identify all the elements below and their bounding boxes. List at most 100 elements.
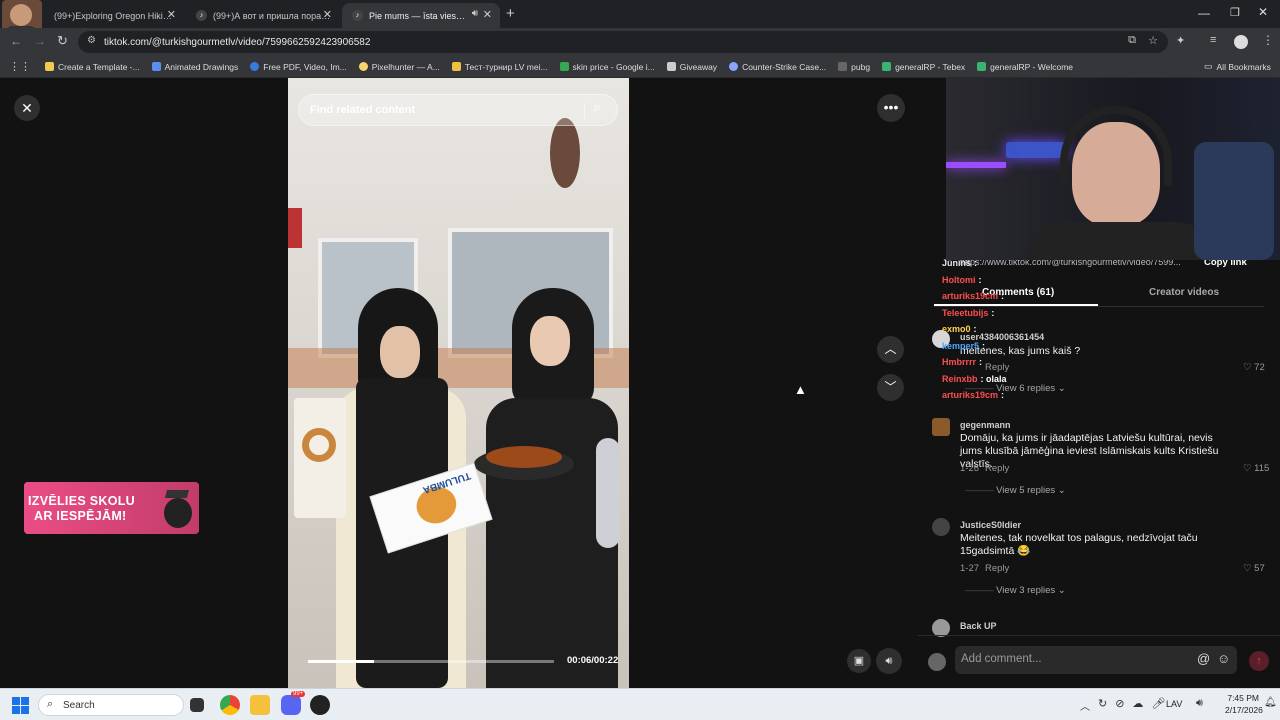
emoji-icon[interactable]: ☺ [1217,651,1230,666]
ad-mascot-icon [164,498,192,528]
chat-message: Teleetubijs: [942,308,994,318]
address-bar[interactable]: ⚙ tiktok.com/@turkishgourmetlv/video/759… [78,31,1168,53]
search-icon[interactable]: ⌕ [593,99,601,116]
site-info-icon[interactable]: ⚙ [87,35,96,46]
chrome-icon[interactable] [220,695,240,715]
bookmark-item[interactable]: generalRP - Welcome [977,62,1073,72]
all-bookmarks-button[interactable]: ▭ All Bookmarks [1204,61,1271,72]
chat-username: Teleetubijs [942,307,989,318]
bookmark-item[interactable]: Тест-турнир LV mei... [451,62,548,72]
bookmark-icon [250,62,260,71]
bookmark-item[interactable]: generalRP - Tebex [882,62,965,72]
bookmark-item[interactable]: Animated Drawings [151,62,238,72]
tab-tiktok-other[interactable]: ♪ (99+)А вот и пришла пора тре ✕ [186,3,340,28]
tab-title: (99+)Exploring Oregon Hiking T [54,10,172,21]
related-search-input[interactable]: Find related content [310,104,415,116]
app-icon[interactable] [310,695,330,715]
tab-tiktok-active[interactable]: ♪ Pie mums — īsta viesmīlīga 🔊︎ ✕ [342,3,500,28]
tray-chevron-icon[interactable]: ︿ [1080,698,1090,713]
speaker-icon[interactable]: 🔊︎ [472,8,478,19]
comment-username[interactable]: Back UP [960,621,997,631]
apps-icon[interactable]: ⋮⋮ [9,60,31,73]
bookmark-star-icon[interactable]: ☆ [1148,34,1158,47]
bookmark-item[interactable]: skin price - Google i... [559,62,655,72]
minimize-button[interactable]: — [1198,6,1210,20]
task-view-icon[interactable] [190,698,204,712]
tab-title: (99+)А вот и пришла пора тре [213,10,331,21]
chat-username: arturiks19cm [942,291,999,301]
bookmark-item[interactable]: Giveaway [666,62,717,72]
install-app-icon[interactable]: ⧉ [1128,34,1136,47]
like-count[interactable]: ♡ 57 [1243,563,1265,574]
comment-username[interactable]: gegenmann [960,420,1011,430]
back-icon[interactable]: ← [10,34,22,48]
forward-icon[interactable]: → [34,34,46,48]
pip-button[interactable]: ▣ [847,649,871,673]
media-icon[interactable]: ≡ [1210,34,1216,46]
bookmark-item[interactable]: pubg [838,62,870,72]
discord-icon[interactable] [281,695,301,715]
bookmark-icon [666,62,676,71]
mention-icon[interactable]: @ [1197,651,1210,666]
menu-icon[interactable]: ⋮ [1262,33,1274,47]
bookmark-item[interactable]: Free PDF, Video, Im... [250,62,347,72]
close-window-button[interactable]: ✕ [1258,5,1268,19]
view-replies-button[interactable]: ——— View 3 replies ⌄ [965,585,1066,596]
progress-track[interactable] [308,660,554,663]
video-player[interactable]: TULUMBA Find related content ⌕ 00:06/00:… [288,78,629,688]
volume-icon[interactable]: 🔊︎ [1196,697,1203,710]
stream-chat-overlay: Jūnīns: Holtomi: arturiks19cm: Teleetubijs:… [942,258,1102,408]
wall-logo [288,208,302,248]
avatar[interactable] [932,418,950,436]
tab-title: Pie mums — īsta viesmīlīga [369,10,469,21]
start-button[interactable] [12,697,30,715]
chat-text: : olala [980,373,1007,384]
clock[interactable]: 7:45 PM 2/17/2026 [1225,693,1263,715]
tab-oregon-hiking[interactable]: (99+)Exploring Oregon Hiking T ✕ [44,3,184,28]
extensions-icon[interactable]: ✦ [1176,34,1185,47]
heart-icon: ♡ [1243,463,1255,474]
previous-video-button[interactable]: ︿ [877,336,904,363]
avatar[interactable] [932,518,950,536]
more-options-button[interactable]: ••• [877,94,905,122]
notification-badge: 99+ [291,691,306,697]
close-video-button[interactable]: ✕ [14,95,40,121]
bookmark-icon [451,62,461,71]
chat-text: : [991,307,995,318]
next-video-button[interactable]: ﹀ [877,374,904,401]
reload-icon[interactable]: ↻ [57,33,68,49]
hoodie [1026,222,1216,260]
tray-icons[interactable]: ↻⊘☁🎤︎ [1098,697,1173,710]
bookmark-item[interactable]: Create a Template -... [45,62,140,72]
volume-button[interactable]: 🔊︎ [876,648,902,674]
close-icon[interactable]: ✕ [167,8,176,21]
notifications-icon[interactable]: 🔔︎ [1264,697,1277,708]
taskbar-search[interactable]: ⌕ Search [38,694,184,716]
maximize-button[interactable]: ❐ [1230,6,1240,19]
close-icon[interactable]: ✕ [483,8,492,21]
file-explorer-icon[interactable] [250,695,270,715]
bookmark-icon [882,62,892,71]
chat-message: arturiks19cm: [942,390,1004,400]
view-replies-button[interactable]: ——— View 5 replies ⌄ [965,485,1066,496]
folder-icon: ▭ [1204,61,1213,71]
chat-message: Hmbrrrr: [942,357,982,367]
ad-banner[interactable]: IZVĒLIES SKOLU AR IESPĒJĀM! [24,482,199,534]
related-search-bar[interactable]: Find related content ⌕ [298,94,618,126]
chat-username: Holtomi [942,274,976,285]
tab-creator-videos[interactable]: Creator videos [1149,287,1219,298]
like-count[interactable]: ♡ 72 [1243,362,1265,373]
like-count[interactable]: ♡ 115 [1243,463,1269,474]
new-tab-button[interactable]: + [506,5,515,22]
post-comment-button[interactable]: ↑ [1249,651,1269,671]
reply-button[interactable]: Reply [985,563,1009,574]
bookmark-item[interactable]: Pixelhunter — A... [358,62,440,72]
language-indicator[interactable]: LAV [1166,699,1182,709]
close-icon[interactable]: ✕ [323,8,332,21]
reply-button[interactable]: Reply [985,463,1009,474]
bookmark-item[interactable]: Counter-Strike Case... [729,62,826,72]
comment-username[interactable]: JusticeS0ldier [960,520,1021,530]
add-comment-input[interactable]: Add comment... @ ☺ [955,646,1237,674]
chat-text: : [978,274,982,285]
profile-avatar[interactable] [1234,35,1248,49]
